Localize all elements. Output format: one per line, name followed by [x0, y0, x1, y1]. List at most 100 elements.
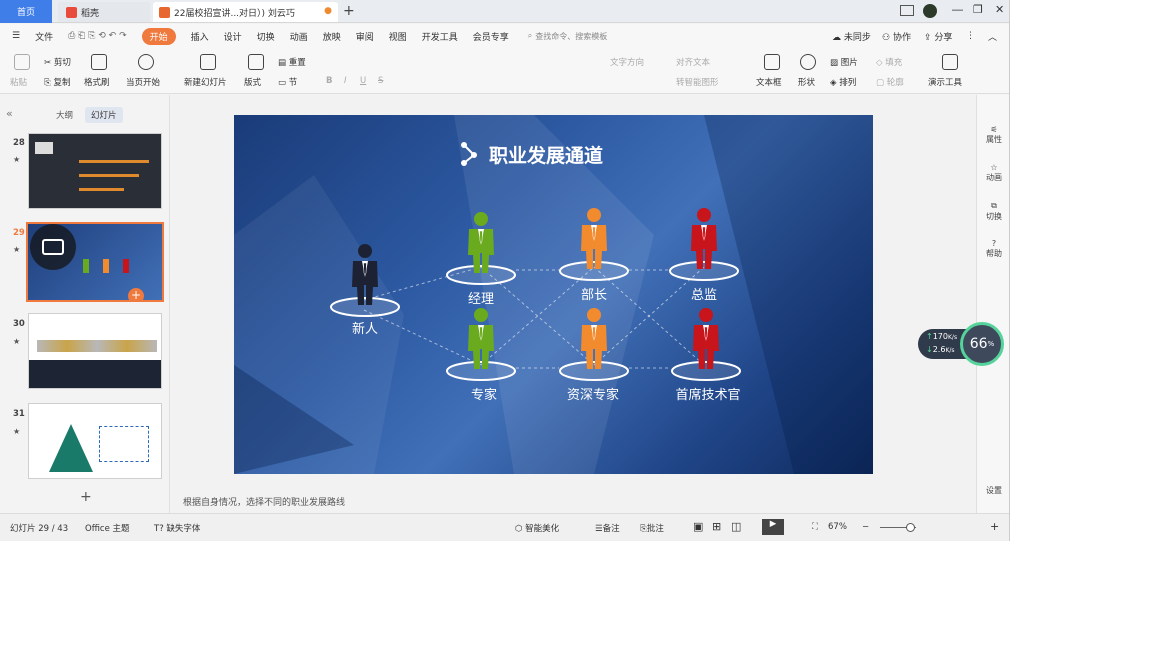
- help-button[interactable]: ? 帮助: [977, 239, 1009, 259]
- unsaved-dot-icon[interactable]: ●: [324, 6, 332, 16]
- underline-button[interactable]: U: [360, 76, 366, 86]
- animation-button[interactable]: ☆ 动画: [977, 163, 1009, 183]
- hamburger-icon[interactable]: ☰: [12, 31, 20, 41]
- reset-button[interactable]: ▤ 重置: [278, 56, 306, 68]
- slide-thumbnail-28[interactable]: [28, 133, 162, 209]
- shape-icon[interactable]: [800, 54, 816, 70]
- play-from-current-button[interactable]: 当页开始: [126, 76, 160, 88]
- zoom-slider-thumb[interactable]: [906, 523, 915, 532]
- layout-icon[interactable]: [900, 5, 914, 16]
- settings-button[interactable]: 设置: [977, 485, 1009, 496]
- layout-icon[interactable]: [248, 54, 264, 70]
- tab-document[interactable]: 22届校招宣讲...对日）) 刘云巧 ●: [153, 2, 338, 22]
- share-button[interactable]: ⇪ 分享: [924, 30, 952, 43]
- zoom-level[interactable]: 67%: [828, 522, 847, 532]
- quick-access-icons[interactable]: ⎙ ⎗ ⎘ ⟲ ↶ ↷: [68, 31, 127, 41]
- align-text-button[interactable]: 对齐文本: [676, 56, 710, 68]
- text-direction-button[interactable]: 文字方向: [610, 56, 644, 68]
- menu-transition[interactable]: 切换: [257, 30, 275, 43]
- collapse-ribbon-icon[interactable]: ︿: [988, 30, 997, 43]
- shape-button[interactable]: 形状: [798, 76, 815, 88]
- close-button[interactable]: ✕: [995, 3, 1004, 16]
- menu-review[interactable]: 审阅: [356, 30, 374, 43]
- zoom-in-button[interactable]: +: [990, 520, 999, 533]
- normal-view-icon[interactable]: ▣: [693, 520, 703, 533]
- missing-font-button[interactable]: T? 缺失字体: [154, 522, 200, 534]
- collab-button[interactable]: ⚇ 协作: [882, 30, 911, 43]
- current-slide[interactable]: 职业发展通道 新人 经理 部长 总监 专家 资深专家 首席技术官: [234, 115, 873, 474]
- strike-button[interactable]: S: [378, 76, 383, 86]
- play-icon[interactable]: [138, 54, 154, 70]
- add-slide-after-icon[interactable]: +: [128, 288, 144, 300]
- menu-insert[interactable]: 插入: [191, 30, 209, 43]
- textbox-button[interactable]: 文本框: [756, 76, 782, 88]
- menu-animation[interactable]: 动画: [290, 30, 308, 43]
- camera-icon[interactable]: [42, 239, 64, 255]
- menu-start[interactable]: 开始: [141, 27, 176, 45]
- cut-button[interactable]: ✂ 剪切: [44, 56, 71, 68]
- daoke-icon: [66, 6, 77, 18]
- menu-file[interactable]: 文件: [35, 30, 53, 43]
- menu-developer[interactable]: 开发工具: [422, 30, 458, 43]
- sync-label: 未同步: [843, 32, 871, 43]
- present-tools-icon[interactable]: [942, 54, 958, 70]
- restore-button[interactable]: ❐: [973, 3, 983, 16]
- slide-thumbnail-31[interactable]: [28, 403, 162, 479]
- tab-daoke[interactable]: 稻壳: [58, 2, 150, 22]
- properties-button[interactable]: ⚟ 属性: [977, 125, 1009, 145]
- sync-button[interactable]: ☁ 未同步: [832, 30, 871, 43]
- slideshow-play-icon[interactable]: ▶: [762, 519, 784, 535]
- transition-button[interactable]: ⧉ 切换: [977, 201, 1009, 222]
- command-search[interactable]: ⌕ 查找命令、搜索模板: [528, 31, 607, 42]
- fit-window-icon[interactable]: ⛶: [812, 522, 818, 532]
- zoom-out-button[interactable]: −: [862, 522, 869, 532]
- notes-label: 备注: [602, 524, 620, 534]
- new-slide-icon[interactable]: [200, 54, 216, 70]
- fill-button[interactable]: ◇ 填充: [876, 56, 902, 68]
- bold-button[interactable]: B: [326, 76, 332, 86]
- minimize-button[interactable]: ―: [952, 3, 963, 16]
- reading-view-icon[interactable]: ◫: [731, 520, 741, 533]
- textbox-icon[interactable]: [764, 54, 780, 70]
- more-icon[interactable]: ⋮: [966, 31, 975, 41]
- section-button[interactable]: ▭ 节: [278, 76, 297, 88]
- paste-button[interactable]: 粘贴: [10, 76, 27, 88]
- slide-thumbnail-29[interactable]: +: [26, 222, 164, 302]
- outline-button[interactable]: ▢ 轮廓: [876, 76, 904, 88]
- slide-thumbnail-30[interactable]: [28, 313, 162, 389]
- copy-button[interactable]: ⎘ 复制: [44, 76, 71, 88]
- tab-slides[interactable]: 幻灯片: [85, 107, 123, 123]
- format-painter-button[interactable]: 格式刷: [84, 76, 110, 88]
- arrange-button[interactable]: ◈ 排列: [830, 76, 856, 88]
- italic-button[interactable]: I: [344, 76, 347, 86]
- new-slide-button[interactable]: 新建幻灯片: [184, 76, 227, 88]
- menu-design[interactable]: 设计: [224, 30, 242, 43]
- slide-number: 31: [13, 409, 25, 419]
- smart-graphic-button[interactable]: 转智能图形: [676, 76, 719, 88]
- tab-home[interactable]: 首页: [0, 0, 52, 23]
- menu-member[interactable]: 会员专享: [473, 30, 509, 43]
- thumb-figure: [123, 259, 129, 273]
- new-tab-button[interactable]: +: [343, 3, 355, 19]
- collab-label: 协作: [892, 32, 911, 43]
- format-painter-icon[interactable]: [91, 54, 107, 70]
- tab-outline[interactable]: 大纲: [50, 107, 79, 123]
- avatar[interactable]: [923, 4, 937, 18]
- picture-button[interactable]: ▨ 图片: [830, 56, 858, 68]
- sorter-view-icon[interactable]: ⊞: [712, 520, 721, 533]
- upload-unit: K/s: [947, 334, 958, 341]
- add-slide-button[interactable]: +: [80, 489, 92, 505]
- comment-button[interactable]: ⎘批注: [640, 522, 664, 534]
- layout-button[interactable]: 版式: [244, 76, 261, 88]
- memory-usage-gauge: 66%: [960, 322, 1004, 366]
- smart-beautify-button[interactable]: ⬡ 智能美化: [515, 522, 559, 534]
- menu-view[interactable]: 视图: [389, 30, 407, 43]
- network-speed-widget[interactable]: ↑170K/s ↓2.6K/s 66%: [918, 322, 1006, 366]
- slide-notes[interactable]: 根据自身情况，选择不同的职业发展路线: [183, 495, 345, 508]
- notes-button[interactable]: ☰备注: [595, 522, 620, 534]
- collapse-panel-icon[interactable]: «: [6, 107, 13, 120]
- present-tools-button[interactable]: 演示工具: [928, 76, 962, 88]
- menu-slideshow[interactable]: 放映: [323, 30, 341, 43]
- fill-icon: ◇: [876, 58, 883, 68]
- paste-icon[interactable]: [14, 54, 30, 70]
